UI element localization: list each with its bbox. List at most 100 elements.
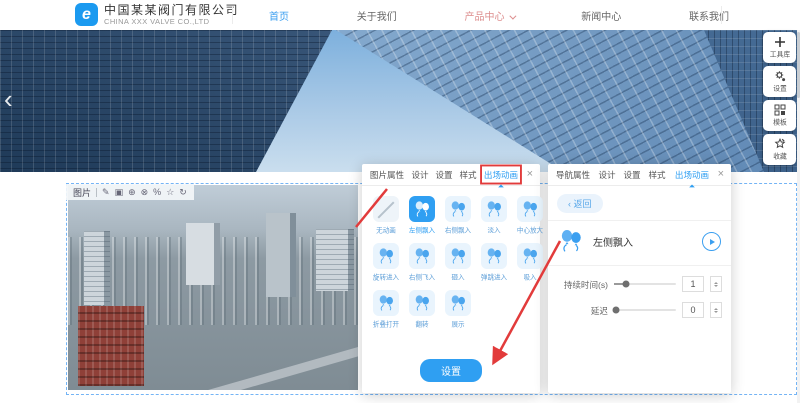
animation-tile-label: 翻转 <box>409 320 435 329</box>
panel2-tab[interactable]: 设计 <box>599 168 616 180</box>
animation-tile-label: 右侧飘入 <box>445 226 471 235</box>
favorites-button[interactable]: 收藏 <box>763 134 796 165</box>
nav-item[interactable]: 联系我们 <box>689 8 729 23</box>
content-image[interactable] <box>68 185 358 390</box>
gear-icon <box>774 70 786 82</box>
slider-track[interactable] <box>614 283 676 285</box>
animation-tile-label: 砸入 <box>445 273 471 282</box>
panel2-tab[interactable]: 出场动画 <box>674 168 708 180</box>
panel2-tabbar: 导航属性设计设置样式出场动画 × <box>548 164 731 186</box>
slider-value-input[interactable]: 0 <box>682 302 704 318</box>
animation-tile[interactable]: 右侧飞入 <box>406 243 438 283</box>
animation-tile-label: 左侧飘入 <box>409 226 435 235</box>
balloons-icon <box>413 247 432 266</box>
close-icon[interactable]: × <box>718 169 724 180</box>
plus-icon <box>774 36 786 48</box>
panel2-tab[interactable]: 设置 <box>624 168 641 180</box>
templates-button[interactable]: 模板 <box>763 100 796 131</box>
image-tool-icon[interactable]: % <box>153 188 161 197</box>
value-stepper[interactable] <box>710 276 722 292</box>
carousel-prev-arrow[interactable]: ‹ <box>4 86 13 112</box>
animation-tile[interactable]: 左侧飘入 <box>406 196 438 236</box>
balloons-icon <box>413 294 432 313</box>
photo-tower <box>316 229 354 291</box>
balloons-icon <box>485 200 504 219</box>
nav-item[interactable]: 关于我们 <box>357 8 397 23</box>
animation-tile-label: 吸入 <box>517 273 543 282</box>
image-toolbar-label: 图片 <box>73 186 91 199</box>
close-icon[interactable]: × <box>527 169 533 180</box>
editor-side-toolbar: 工具库 设置 模板 收藏 <box>763 32 796 165</box>
company-logo: e 中国某某阀门有限公司 CHINA XXX VALVE CO.,LTD <box>75 3 239 26</box>
animation-tile[interactable]: 淡入 <box>478 196 510 236</box>
photo-tower <box>84 231 110 305</box>
slider-label: 延迟 <box>551 304 608 316</box>
animation-tile-label: 展示 <box>445 320 471 329</box>
toolbar-divider <box>96 188 97 197</box>
panel1-tab[interactable]: 设置 <box>435 168 452 180</box>
current-animation-row: 左侧飘入 <box>548 220 731 266</box>
toolbox-button[interactable]: 工具库 <box>763 32 796 63</box>
panel1-tab[interactable]: 设计 <box>411 168 428 180</box>
animation-tile[interactable]: 旋转进入 <box>370 243 402 283</box>
nav-item[interactable]: 新闻中心 <box>581 8 621 23</box>
animation-settings-button[interactable]: 设置 <box>420 359 482 382</box>
animation-tile[interactable]: 展示 <box>442 290 474 330</box>
animation-tile-label: 弹跳进入 <box>481 273 507 282</box>
header-divider-right <box>721 6 722 24</box>
nav-item[interactable]: 首页 <box>269 8 289 23</box>
company-name-en: CHINA XXX VALVE CO.,LTD <box>104 17 239 26</box>
image-tool-icon[interactable]: ☆ <box>166 188 174 197</box>
preview-play-button[interactable] <box>702 232 721 251</box>
balloons-icon <box>485 247 504 266</box>
image-tool-icon[interactable]: ⊕ <box>128 188 136 197</box>
favorites-label: 收藏 <box>773 151 787 160</box>
animation-tile-label: 旋转进入 <box>373 273 399 282</box>
balloons-icon <box>377 294 396 313</box>
nav-properties-panel: 导航属性设计设置样式出场动画 × ‹ 返回 左侧飘入 持续时间(s) 1 <box>548 164 731 393</box>
animation-tile[interactable]: 砸入 <box>442 243 474 283</box>
back-button[interactable]: ‹ 返回 <box>557 194 603 213</box>
image-tool-icon[interactable]: ✎ <box>102 188 110 197</box>
animation-tile[interactable]: 吸入 <box>514 243 546 283</box>
main-nav: 首页 关于我们 产品中心 新闻中心 联系我们 <box>255 0 743 30</box>
slider-handle[interactable] <box>613 307 620 314</box>
animation-tile[interactable]: 无动画 <box>370 196 402 236</box>
animation-tile[interactable]: 弹跳进入 <box>478 243 510 283</box>
animation-tile[interactable]: 翻转 <box>406 290 438 330</box>
panel2-tab[interactable]: 样式 <box>649 168 666 180</box>
header-divider <box>232 6 233 24</box>
animation-tile-label: 无动画 <box>373 226 399 235</box>
slider-row: 延迟 0 <box>548 292 731 318</box>
slider-row: 持续时间(s) 1 <box>548 266 731 292</box>
animation-tile[interactable]: 折叠打开 <box>370 290 402 330</box>
animation-grid: 无动画 左侧飘入 <box>362 186 540 330</box>
play-icon <box>710 239 715 245</box>
balloons-icon <box>413 200 432 219</box>
animation-tile[interactable]: 右侧飘入 <box>442 196 474 236</box>
animation-tile-label: 中心放大 <box>517 226 543 235</box>
hero-banner[interactable]: ‹ <box>0 30 800 172</box>
settings-button[interactable]: 设置 <box>763 66 796 97</box>
templates-label: 模板 <box>773 117 787 126</box>
image-properties-panel: 图片属性设计设置样式出场动画 × 无动画 <box>362 164 540 393</box>
image-tool-icon[interactable]: ↻ <box>179 188 187 197</box>
balloons-icon <box>377 247 396 266</box>
image-tool-icon[interactable]: ⊗ <box>141 188 149 197</box>
animation-tile[interactable]: 中心放大 <box>514 196 546 236</box>
animation-tile-label: 淡入 <box>481 226 507 235</box>
animation-tile-label: 右侧飞入 <box>409 273 435 282</box>
site-header: e 中国某某阀门有限公司 CHINA XXX VALVE CO.,LTD 首页 … <box>0 0 800 30</box>
slider-value-input[interactable]: 1 <box>682 276 704 292</box>
value-stepper[interactable] <box>710 302 722 318</box>
image-tool-icon[interactable]: ▣ <box>115 188 124 197</box>
nav-item[interactable]: 产品中心 <box>465 8 514 23</box>
panel1-tab[interactable]: 出场动画 <box>483 168 517 180</box>
panel1-tab[interactable]: 样式 <box>459 168 476 180</box>
panel1-tab[interactable]: 图片属性 <box>370 168 404 180</box>
photo-road <box>196 341 358 390</box>
slider-handle[interactable] <box>623 281 630 288</box>
slider-track[interactable] <box>614 309 676 311</box>
panel2-tab[interactable]: 导航属性 <box>556 168 590 180</box>
balloons-icon <box>521 200 540 219</box>
